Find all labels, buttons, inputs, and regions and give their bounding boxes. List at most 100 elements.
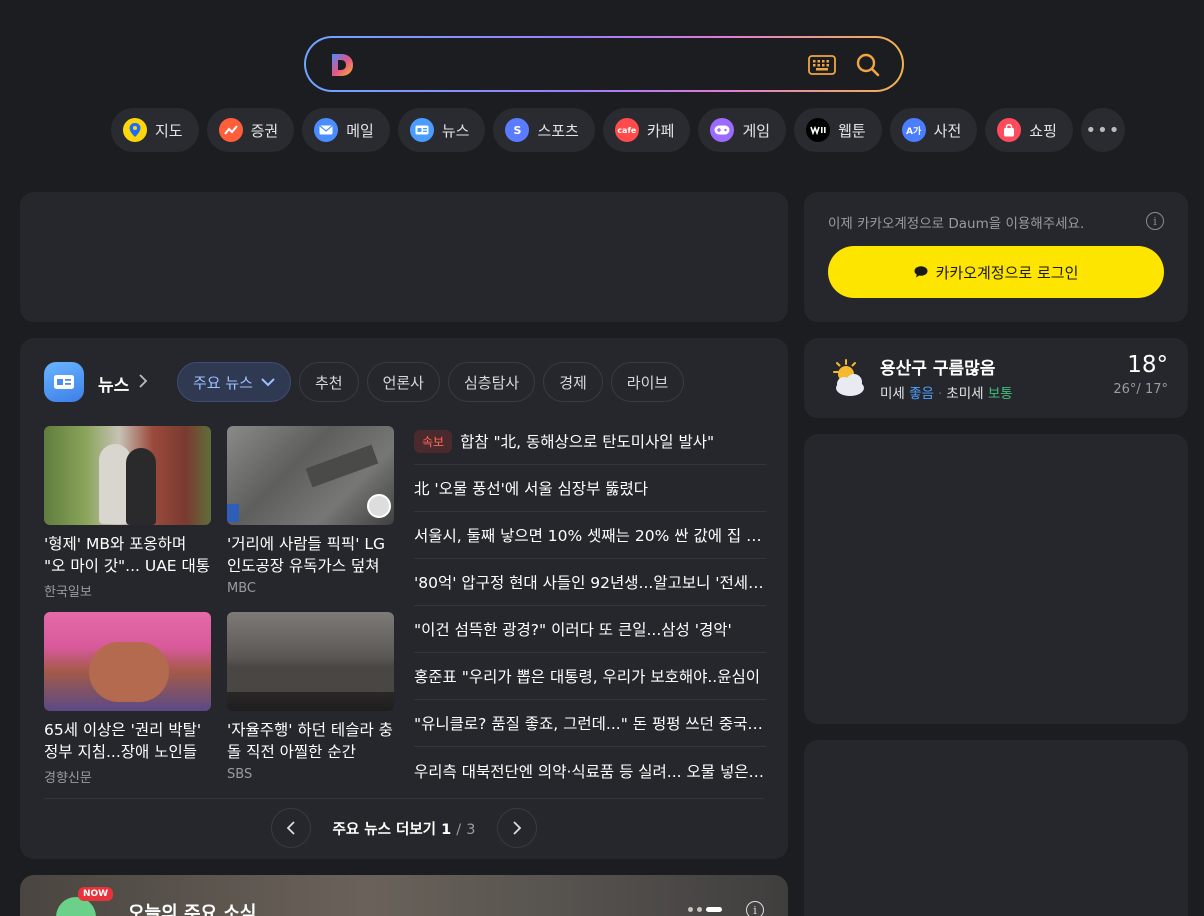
news-thumb-item[interactable]: '거리에 사람들 픽픽' LG 인도공장 유독가스 덮쳐 MBC (227, 426, 394, 596)
tab-recommended[interactable]: 추천 (298, 362, 359, 402)
keyboard-icon[interactable] (808, 55, 836, 75)
carousel-indicator (688, 907, 722, 912)
service-shopping[interactable]: 쇼핑 (985, 108, 1073, 152)
weather-card[interactable]: 용산구 구름많음 미세 좋음 · 초미세 보통 18° 26°/ 17° (804, 338, 1188, 418)
tab-label: 언론사 (382, 373, 424, 392)
service-dictionary[interactable]: A가 사전 (889, 108, 978, 152)
tab-label: 라이브 (626, 373, 669, 392)
more-dots-icon: ••• (1085, 119, 1121, 141)
news-thumb-source: 경향신문 (44, 771, 92, 786)
tab-label: 주요 뉴스 (193, 373, 253, 392)
today-title: 오늘의 주요 소식 (128, 903, 257, 916)
carousel-dot[interactable] (697, 907, 702, 912)
tab-main-news[interactable]: 주요 뉴스 (177, 362, 291, 402)
news-thumb-source: MBC (227, 581, 256, 596)
news-thumb-title: '자율주행' 하던 테슬라 충돌 직전 아찔한 순간 (227, 721, 393, 761)
service-label: 스포츠 (537, 121, 579, 140)
headline-text: "이건 섬뜩한 광경?" 이러다 또 큰일...삼성 '경악' (414, 621, 732, 639)
search-input[interactable] (368, 48, 788, 80)
more-services-button[interactable]: ••• (1080, 108, 1125, 152)
news-pager: 주요 뉴스 더보기 1 / 3 (20, 808, 788, 848)
news-thumb-item[interactable]: 65세 이상은 '권리 박탈' 정부 지침...장애 노인들 경향신문 (44, 612, 211, 786)
carousel-dot-active[interactable] (706, 907, 722, 912)
weather-location: 용산구 구름많음 (880, 359, 996, 379)
news-thumb-title: 65세 이상은 '권리 박탈' 정부 지침...장애 노인들 (44, 721, 202, 761)
service-game[interactable]: 게임 (698, 108, 787, 152)
news-thumb-title: '거리에 사람들 픽픽' LG 인도공장 유독가스 덮쳐 (227, 535, 386, 575)
current-temperature: 18° (1127, 352, 1168, 378)
service-webtoon[interactable]: 웹툰 (794, 108, 882, 152)
more-text: 주요 뉴스 더보기 (332, 821, 437, 838)
service-stock[interactable]: 증권 (206, 108, 295, 152)
news-section-title[interactable]: 뉴스 (98, 371, 129, 396)
news-tabs: 주요 뉴스 추천 언론사 심층탐사 경제 라이브 (177, 362, 685, 402)
kakao-login-button[interactable]: 카카오계정으로 로그인 (828, 246, 1164, 298)
news-thumb-item[interactable]: '자율주행' 하던 테슬라 충돌 직전 아찔한 순간 SBS (227, 612, 394, 782)
headline-text: 우리측 대북전단엔 의약·식료품 등 실려... 오물 넣은 북한 (414, 762, 766, 781)
temperature-range: 26°/ 17° (1113, 382, 1168, 397)
today-news-card[interactable]: NOW 오늘의 주요 소식 i (20, 875, 788, 916)
sports-icon: S (505, 118, 530, 142)
chevron-down-icon (261, 377, 275, 386)
mail-icon (314, 118, 339, 142)
ultra-dust-label: 초미세 (946, 386, 984, 402)
headline-item[interactable]: 속보 합참 "北, 동해상으로 탄도미사일 발사" (414, 418, 766, 465)
headline-item[interactable]: 北 '오물 풍선'에 서울 심장부 뚫렸다 (414, 465, 766, 512)
separator-dot: · (937, 386, 943, 402)
tab-press[interactable]: 언론사 (366, 362, 440, 402)
chevron-right-icon[interactable] (138, 374, 148, 388)
daum-logo-icon[interactable] (328, 51, 356, 79)
tab-label: 추천 (314, 373, 343, 392)
headline-item[interactable]: "유니클로? 품질 좋죠, 그런데..." 돈 펑펑 쓰던 중국인들 (414, 700, 766, 747)
info-icon[interactable]: i (746, 901, 764, 916)
search-icon[interactable] (855, 52, 881, 78)
cafe-icon: cafe (614, 118, 639, 142)
headline-item[interactable]: '80억' 압구정 현대 사들인 92년생...알고보니 '전세사기' (414, 559, 766, 606)
air-quality: 미세 좋음 · 초미세 보통 (880, 382, 1013, 402)
headline-item[interactable]: "이건 섬뜩한 광경?" 이러다 또 큰일...삼성 '경악' (414, 606, 766, 653)
ultra-dust-value: 보통 (987, 386, 1013, 402)
tab-in-depth[interactable]: 심층탐사 (447, 362, 536, 402)
headline-item[interactable]: 홍준표 "우리가 뽑은 대통령, 우리가 보호해야..윤심이 (414, 653, 766, 700)
headline-text: "유니클로? 품질 좋죠, 그런데..." 돈 펑펑 쓰던 중국인들 (414, 715, 766, 733)
search-bar (304, 36, 904, 92)
service-label: 카페 (646, 121, 675, 140)
service-map[interactable]: 지도 (111, 108, 199, 152)
service-mail[interactable]: 메일 (302, 108, 390, 152)
stock-chart-icon (218, 118, 243, 142)
service-cafe[interactable]: cafe 카페 (602, 108, 691, 152)
side-content-card (804, 434, 1188, 724)
headline-item[interactable]: 우리측 대북전단엔 의약·식료품 등 실려... 오물 넣은 북한 (414, 747, 766, 794)
service-label: 지도 (155, 121, 183, 140)
headline-item[interactable]: 서울시, 둘째 낳으면 10% 셋째는 20% 싼 값에 집 공급 (414, 512, 766, 559)
news-thumbnail-image (227, 612, 394, 711)
service-label: 뉴스 (441, 121, 470, 140)
service-label: 게임 (742, 121, 771, 140)
login-card: 이제 카카오계정으로 Daum을 이용해주세요. i 카카오계정으로 로그인 (804, 192, 1188, 322)
login-button-label: 카카오계정으로 로그인 (935, 263, 1079, 282)
game-icon (710, 118, 735, 142)
headline-text: 北 '오물 풍선'에 서울 심장부 뚫렸다 (414, 480, 649, 498)
ad-banner (20, 192, 788, 322)
service-sports[interactable]: S 스포츠 (493, 108, 595, 152)
news-thumbnail-image (227, 426, 394, 525)
side-content-card-2 (804, 740, 1188, 916)
carousel-dot[interactable] (688, 907, 693, 912)
service-label: 메일 (346, 121, 374, 140)
service-label: 사전 (933, 121, 962, 140)
service-news[interactable]: 뉴스 (397, 108, 486, 152)
headline-text: 합참 "北, 동해상으로 탄도미사일 발사" (460, 433, 715, 451)
prev-page-button[interactable] (270, 808, 311, 848)
dictionary-icon: A가 (901, 118, 926, 142)
tab-economy[interactable]: 경제 (543, 362, 603, 402)
headline-text: 서울시, 둘째 낳으면 10% 셋째는 20% 싼 값에 집 공급 (414, 527, 766, 545)
divider (44, 798, 764, 799)
fine-dust-label: 미세 (880, 386, 905, 402)
news-more-label[interactable]: 주요 뉴스 더보기 1 / 3 (333, 818, 476, 839)
partly-cloudy-icon (833, 359, 864, 396)
search-box (306, 38, 902, 90)
news-thumb-item[interactable]: '형제' MB와 포옹하며 "오 마이 갓"... UAE 대통령 한국일보 (44, 426, 211, 600)
info-icon[interactable]: i (1146, 212, 1164, 230)
next-page-button[interactable] (497, 808, 538, 848)
tab-live[interactable]: 라이브 (610, 362, 685, 402)
